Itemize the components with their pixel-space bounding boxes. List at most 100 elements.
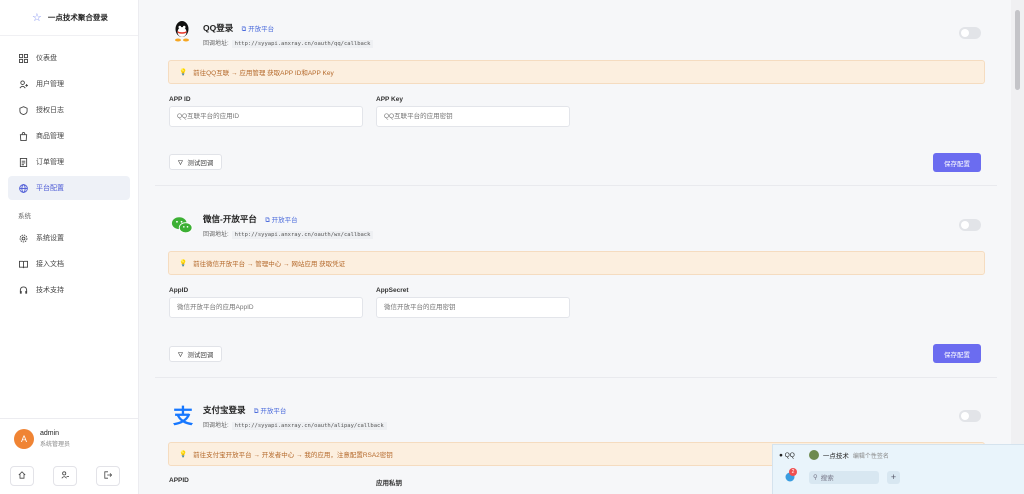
sidebar-item-label: 仪表盘 (36, 55, 57, 62)
page-scrollbar[interactable] (1011, 0, 1024, 494)
tip-text: 前往QQ互联 → 应用管理 获取APP ID和APP Key (193, 70, 334, 77)
open-platform-link[interactable]: ⧉ 开放平台 (242, 26, 274, 33)
user-actions (10, 466, 120, 486)
book-icon (18, 259, 28, 269)
save-config-button[interactable]: 保存配置 (933, 344, 981, 363)
sidebar-item-platform-config[interactable]: 平台配置 (8, 176, 130, 200)
search-placeholder: 搜索 (820, 475, 834, 482)
search-icon: ⚲ (813, 474, 818, 481)
open-platform-link[interactable]: ⧉ 开放平台 (254, 408, 286, 415)
contact-avatar (808, 450, 819, 460)
callback-url: 回调地址: http://syyapi.anxray.cn/oauth/wx/ca… (203, 229, 374, 239)
brand[interactable]: ☆ 一点技术聚合登录 (0, 0, 138, 36)
svg-text:支: 支 (173, 404, 193, 426)
message-icon[interactable]: 2 (785, 468, 797, 482)
qq-chat-widget[interactable]: ● QQ 一点技术 编辑个性签名 2 ⚲ 搜索 + (772, 444, 1024, 494)
test-callback-button[interactable]: 🜄 测试回调 (169, 154, 222, 170)
app-id-input[interactable] (169, 106, 363, 127)
tip-text: 前往支付宝开放平台 → 开发者中心 → 我的应用，注意配置RSA2密钥 (193, 452, 393, 459)
scrollbar-thumb[interactable] (1015, 10, 1020, 90)
home-button[interactable] (10, 466, 34, 486)
platform-card-qq: QQ登录 ⧉ 开放平台 回调地址: http://syyapi.anxray.cn… (155, 0, 997, 186)
user-role: 系统管理员 (40, 441, 71, 448)
sidebar-item-auth-log[interactable]: 授权日志 (8, 98, 130, 122)
platform-card-wechat: 微信-开放平台 ⧉ 开放平台 回调地址: http://syyapi.anxray… (155, 186, 997, 378)
brand-title: 一点技术聚合登录 (47, 13, 108, 22)
sidebar-item-users[interactable]: 用户管理 (8, 72, 130, 96)
platform-title-text: 支付宝登录 (203, 405, 246, 415)
sidebar-item-dashboard[interactable]: 仪表盘 (8, 46, 130, 70)
tip-banner: 💡 前往微信开放平台 → 管理中心 → 网站应用 获取凭证 (168, 251, 985, 275)
test-callback-button[interactable]: 🜄 测试回调 (169, 346, 222, 362)
sidebar-nav: 仪表盘 用户管理 授权日志 商品管理 订单管理 平台配置 系统 系统设置 接入文… (0, 36, 138, 302)
test-callback-label: 测试回调 (187, 352, 214, 359)
field-label: 应用私钥 (376, 480, 402, 487)
platform-title: QQ登录 ⧉ 开放平台 (203, 22, 274, 34)
app-key-input[interactable] (376, 106, 570, 127)
save-config-button[interactable]: 保存配置 (933, 153, 981, 172)
field-label: APP ID (169, 96, 191, 103)
tip-banner: 💡 前往QQ互联 → 应用管理 获取APP ID和APP Key (168, 60, 985, 84)
contact-signature[interactable]: 编辑个性签名 (853, 451, 889, 460)
tip-text: 前往微信开放平台 → 管理中心 → 网站应用 获取凭证 (193, 261, 346, 268)
gear-icon (18, 233, 28, 243)
field-label: APP Key (376, 96, 403, 103)
enable-toggle[interactable] (959, 27, 981, 39)
sidebar-item-label: 接入文档 (36, 261, 64, 268)
bulb-icon: 💡 (179, 260, 188, 267)
open-platform-label: 开放平台 (271, 217, 298, 224)
add-button[interactable]: + (887, 470, 900, 484)
qq-contact[interactable]: 一点技术 编辑个性签名 (808, 450, 889, 460)
sidebar-item-docs[interactable]: 接入文档 (8, 252, 130, 276)
sidebar-item-support[interactable]: 技术支持 (8, 278, 130, 302)
appid-input[interactable] (169, 297, 363, 318)
avatar-letter: A (20, 433, 27, 444)
unread-badge: 2 (789, 468, 797, 476)
qq-logo-icon (171, 20, 193, 42)
sidebar-item-orders[interactable]: 订单管理 (8, 150, 130, 174)
callback-value: http://syyapi.anxray.cn/oauth/wx/callbac… (231, 231, 374, 239)
qq-app-label: ● QQ (779, 451, 795, 459)
bag-icon (18, 131, 28, 141)
user-icon (61, 471, 69, 481)
qq-app-name: QQ (784, 451, 795, 459)
field-label: AppID (169, 287, 189, 294)
users-icon (18, 79, 28, 89)
appsecret-input[interactable] (376, 297, 570, 318)
sidebar-item-label: 技术支持 (36, 287, 64, 294)
logout-button[interactable] (96, 466, 120, 486)
dashboard-icon (18, 53, 28, 63)
bulb-icon: 💡 (179, 451, 188, 458)
platform-title-text: 微信-开放平台 (203, 214, 257, 224)
save-config-label: 保存配置 (944, 160, 970, 168)
wechat-logo-icon (171, 214, 193, 236)
sidebar-item-label: 订单管理 (36, 159, 64, 166)
callback-value: http://syyapi.anxray.cn/oauth/qq/callbac… (231, 40, 374, 48)
enable-toggle[interactable] (959, 219, 981, 231)
qq-search-input[interactable]: ⚲ 搜索 (809, 470, 879, 484)
user-name: admin (40, 429, 60, 437)
sidebar-item-products[interactable]: 商品管理 (8, 124, 130, 148)
test-callback-label: 测试回调 (187, 160, 214, 167)
profile-button[interactable] (53, 466, 77, 486)
platform-title: 支付宝登录 ⧉ 开放平台 (203, 404, 286, 416)
save-config-label: 保存配置 (944, 351, 970, 359)
callback-label: 回调地址: (203, 232, 229, 238)
open-platform-label: 开放平台 (248, 26, 275, 33)
sidebar-item-label: 平台配置 (36, 185, 64, 192)
sidebar-item-label: 系统设置 (36, 235, 64, 242)
user-profile[interactable]: A admin 系统管理员 (0, 418, 138, 458)
alipay-logo-icon: 支 (171, 404, 193, 426)
flask-icon: 🜄 (177, 352, 184, 359)
contact-name: 一点技术 (822, 453, 849, 460)
open-platform-label: 开放平台 (260, 408, 287, 415)
order-icon (18, 157, 28, 167)
home-icon (18, 471, 26, 481)
sidebar-item-settings[interactable]: 系统设置 (8, 226, 130, 250)
main-content: QQ登录 ⧉ 开放平台 回调地址: http://syyapi.anxray.cn… (139, 0, 1011, 494)
bulb-icon: 💡 (179, 69, 188, 76)
flask-icon: 🜄 (177, 160, 184, 167)
callback-value: http://syyapi.anxray.cn/oauth/alipay/cal… (231, 422, 387, 430)
enable-toggle[interactable] (959, 410, 981, 422)
open-platform-link[interactable]: ⧉ 开放平台 (265, 217, 297, 224)
